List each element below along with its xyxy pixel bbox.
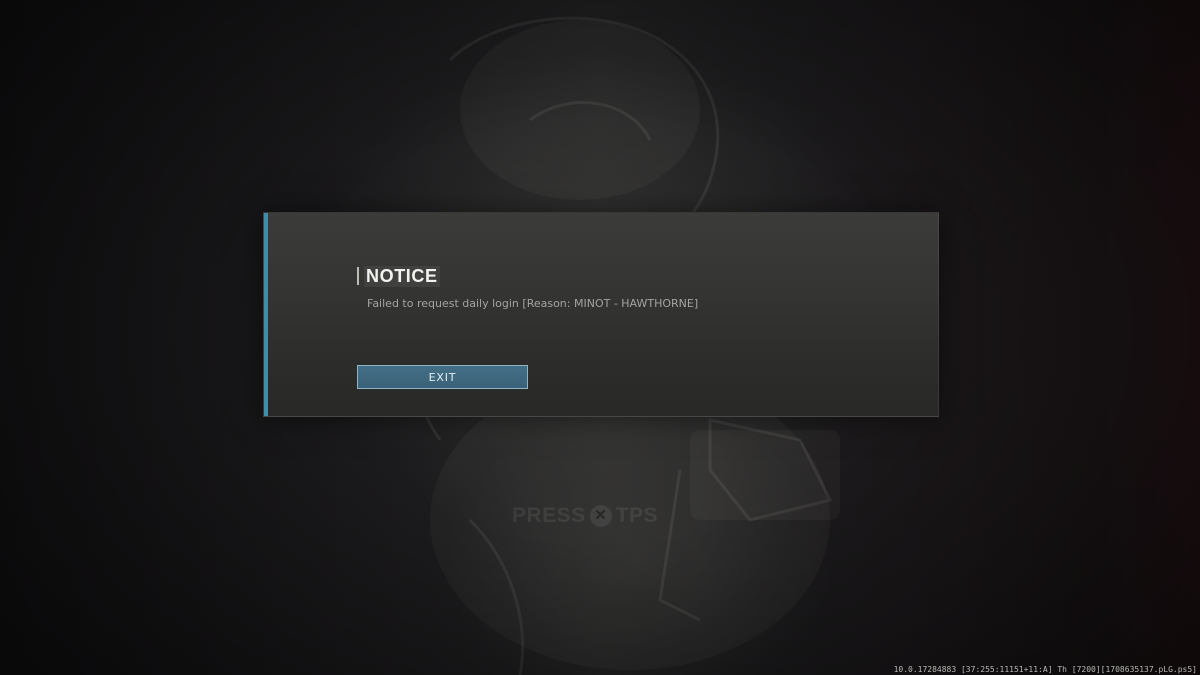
prompt-left-text: PRESS: [512, 504, 586, 527]
game-screen: PRESS ✕ TPS NOTICE Failed to request dai…: [0, 0, 1200, 675]
prompt-right-text: TPS: [615, 504, 659, 527]
dialog-message: Failed to request daily login [Reason: M…: [367, 297, 699, 310]
press-button-prompt: PRESS ✕ TPS: [512, 503, 658, 529]
dialog-title: NOTICE: [357, 265, 440, 287]
cross-button-icon: ✕: [589, 505, 612, 527]
dialog-accent-bar: [264, 213, 268, 416]
dialog-title-text: NOTICE: [364, 265, 440, 287]
title-marker: [357, 267, 359, 285]
exit-button[interactable]: EXIT: [357, 365, 528, 389]
notice-dialog: NOTICE Failed to request daily login [Re…: [263, 212, 939, 417]
build-info-text: 10.0.17284883 [37:255:11151+11:A] Th [72…: [893, 665, 1197, 674]
